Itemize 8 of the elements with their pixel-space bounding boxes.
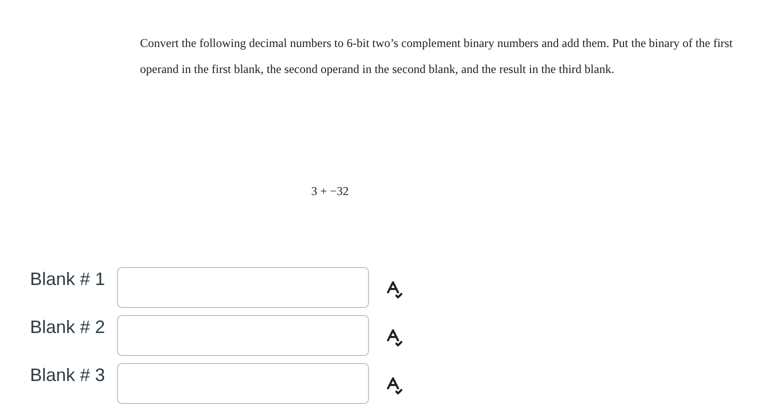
blank-label: Blank # 2: [30, 316, 106, 338]
blank-label: Blank # 3: [30, 364, 106, 386]
answer-field[interactable]: [117, 267, 369, 308]
answer-field[interactable]: [117, 363, 369, 404]
blank-label: Blank # 1: [30, 268, 106, 290]
math-expression: 3 + −32: [311, 183, 349, 200]
instructions-text: Convert the following decimal numbers to 6-bit two’s complement binary numbers and add them. Put the binary of the first operand in the first blank, the second operand in the second blank, and the result in the third blank.: [140, 35, 734, 78]
answer-field[interactable]: [117, 315, 369, 356]
